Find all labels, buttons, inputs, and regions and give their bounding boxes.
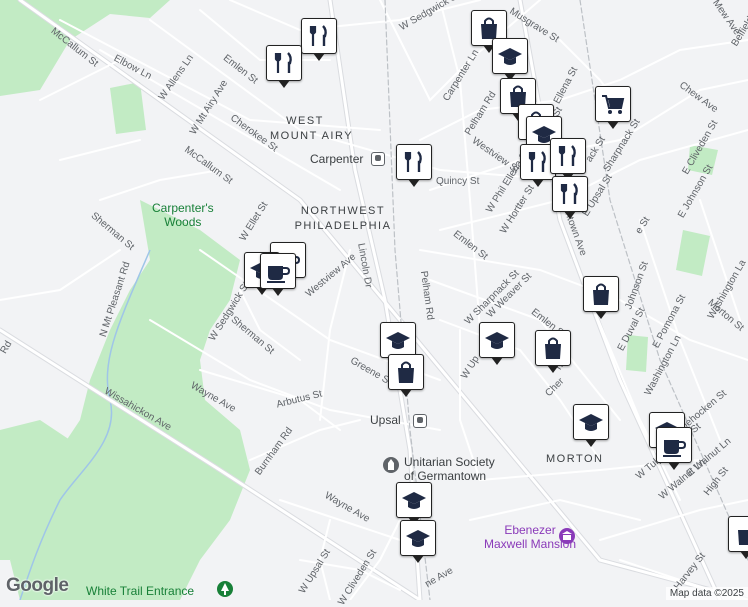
- graduation-cap-icon: [579, 414, 603, 431]
- restaurant-marker[interactable]: [301, 18, 337, 61]
- google-logo[interactable]: Google: [6, 575, 69, 597]
- school-marker[interactable]: [396, 482, 432, 525]
- place-of-worship-icon[interactable]: [382, 456, 400, 474]
- fork-knife-icon: [404, 151, 422, 172]
- shopping-cart-marker[interactable]: [595, 86, 631, 129]
- neighborhood-label-morton: MORTON: [546, 453, 604, 465]
- unknown-icon: [738, 530, 748, 545]
- park-small: [110, 82, 146, 134]
- cafe-marker[interactable]: [656, 427, 692, 470]
- park-label-carpenters-woods[interactable]: Carpenter's Woods: [152, 201, 214, 229]
- map-attribution[interactable]: Map data ©2025: [665, 587, 748, 600]
- cafe-marker[interactable]: [260, 253, 296, 296]
- restaurant-marker[interactable]: [266, 45, 302, 88]
- fork-knife-icon: [309, 25, 327, 46]
- fork-knife-icon: [558, 145, 576, 166]
- fork-knife-icon: [560, 183, 578, 204]
- shopping-marker[interactable]: [388, 354, 424, 397]
- school-marker[interactable]: [573, 404, 609, 447]
- shopping-bag-icon: [593, 283, 609, 305]
- graduation-cap-icon: [386, 332, 410, 349]
- train-station-icon[interactable]: [371, 152, 385, 166]
- restaurant-marker[interactable]: [550, 138, 586, 181]
- school-marker[interactable]: [479, 322, 515, 365]
- poi-label-unitarian-society[interactable]: Unitarian Society of Germantown: [404, 455, 495, 483]
- poi-label-white-trail-entrance[interactable]: White Trail Entrance: [86, 584, 194, 598]
- school-marker[interactable]: [492, 38, 528, 81]
- school-marker[interactable]: [400, 520, 436, 563]
- neighborhood-label-northwest-philadelphia: NORTHWEST PHILADELPHIA: [294, 205, 392, 232]
- coffee-cup-icon: [267, 266, 291, 283]
- shopping-cart-icon: [602, 95, 625, 114]
- historic-site-icon[interactable]: [558, 527, 576, 545]
- graduation-cap-icon: [485, 332, 509, 349]
- graduation-cap-icon: [498, 48, 522, 65]
- restaurant-marker[interactable]: [552, 176, 588, 219]
- fork-knife-icon: [528, 151, 546, 172]
- trail-icon[interactable]: [216, 580, 234, 598]
- train-station-icon[interactable]: [413, 414, 427, 428]
- graduation-cap-icon: [406, 530, 430, 547]
- shopping-marker[interactable]: [535, 330, 571, 373]
- station-label-carpenter[interactable]: Carpenter: [310, 152, 363, 166]
- graduation-cap-icon: [402, 492, 426, 509]
- station-label-upsal[interactable]: Upsal: [370, 413, 401, 427]
- shopping-marker[interactable]: [583, 276, 619, 319]
- coffee-cup-icon: [663, 440, 687, 457]
- school-marker[interactable]: [380, 322, 416, 365]
- restaurant-marker[interactable]: [396, 144, 432, 187]
- shopping-bag-icon: [545, 337, 561, 359]
- neighborhood-label-west-mount-airy: WEST MOUNT AIRY: [270, 115, 354, 142]
- shopping-bag-icon: [398, 361, 414, 383]
- street-label: Quincy St: [436, 176, 480, 187]
- fork-knife-icon: [274, 52, 292, 73]
- partial-marker[interactable]: [728, 516, 748, 559]
